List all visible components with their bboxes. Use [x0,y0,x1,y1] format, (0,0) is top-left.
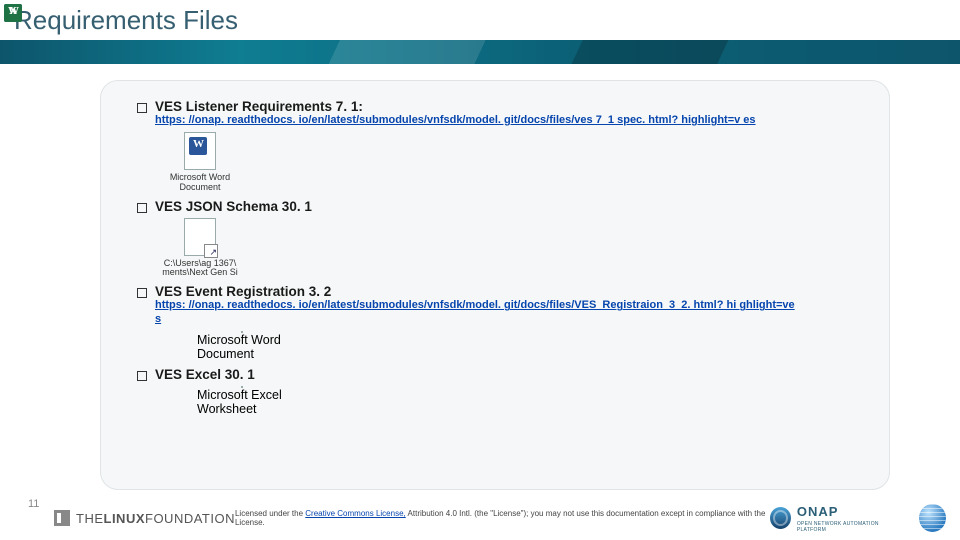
bullet-icon [137,103,147,113]
item-heading: VES Excel 30. 1 [155,367,255,382]
onap-tagline: OPEN NETWORK AUTOMATION PLATFORM [797,521,904,533]
embedded-object[interactable]: C:\Users\ag 1367\ ments\Next Gen Si [155,218,245,279]
item-link[interactable]: https: //onap. readthedocs. io/en/latest… [155,299,795,327]
license-link[interactable]: Creative Commons License, [305,509,405,518]
word-document-icon [184,132,216,170]
page-title: Requirements Files [14,5,238,36]
title-bar: Requirements Files [0,0,960,40]
footer: THELINUXFOUNDATION Licensed under the Cr… [0,496,960,540]
item-heading: VES JSON Schema 30. 1 [155,199,312,214]
linux-foundation-logo: THELINUXFOUNDATION [54,510,235,526]
lf-wordmark: THELINUXFOUNDATION [76,511,235,526]
content-panel: VES Listener Requirements 7. 1: https: /… [100,80,890,490]
embed-caption: C:\Users\ag 1367\ ments\Next Gen Si [162,259,238,279]
bullet-icon [137,371,147,381]
list-item: VES Excel 30. 1 Microsoft Excel Workshee… [137,367,867,416]
item-heading: VES Event Registration 3. 2 [155,284,331,299]
embed-caption: Microsoft Word Document [197,333,287,361]
embedded-object[interactable]: Microsoft Excel Worksheet [197,386,287,416]
embedded-object[interactable]: Microsoft Word Document [155,132,245,193]
embed-caption: Microsoft Excel Worksheet [197,388,287,416]
onap-wordmark: ONAP [797,504,839,519]
onap-logo: ONAP OPEN NETWORK AUTOMATION PLATFORM [770,503,903,533]
bullet-icon [137,203,147,213]
embed-caption: Microsoft Word Document [170,173,230,193]
partner-logos: ONAP OPEN NETWORK AUTOMATION PLATFORM [770,503,946,533]
item-heading: VES Listener Requirements 7. 1: [155,99,363,114]
license-prefix: Licensed under the [235,509,305,518]
list-item: VES Event Registration 3. 2 https: //ona… [137,284,867,361]
onap-mark-icon [770,507,791,529]
item-link[interactable]: https: //onap. readthedocs. io/en/latest… [155,114,795,128]
list-item: VES Listener Requirements 7. 1: https: /… [137,99,867,193]
att-globe-icon [919,504,946,532]
list-item: VES JSON Schema 30. 1 C:\Users\ag 1367\ … [137,199,867,279]
file-shortcut-icon [184,218,216,256]
lf-mark-icon [54,510,70,526]
license-text: Licensed under the Creative Commons Lice… [235,509,770,527]
header-band [0,40,960,64]
embedded-object[interactable]: Microsoft Word Document [197,331,287,361]
bullet-icon [137,288,147,298]
